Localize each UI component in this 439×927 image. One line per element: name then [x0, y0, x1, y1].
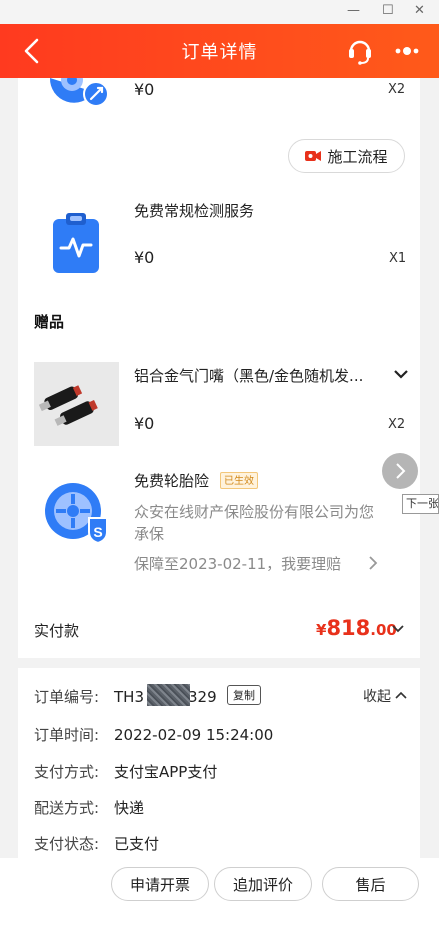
item-quantity: X1	[389, 251, 407, 266]
insurance-claim-link[interactable]: 保障至2023-02-11，我要理赔	[134, 553, 341, 574]
chevron-right-icon	[396, 463, 406, 479]
insurance-description-line: 承保	[134, 525, 165, 543]
gift-product-name: 铝合金气门嘴（黑色/金色随机发...	[134, 367, 364, 385]
insurance-description-line: 众安在线财产保险股份有限公司为您	[134, 503, 375, 521]
paid-amount-label: 实付款	[34, 622, 80, 640]
construction-flow-button[interactable]: 施工流程	[288, 139, 405, 173]
copy-button[interactable]: 复制	[227, 685, 261, 705]
order-time-row: 订单时间: 2022-02-09 15:24:00	[34, 724, 273, 745]
close-window-button[interactable]: ✕	[414, 3, 425, 18]
item-price: ¥0	[134, 80, 155, 99]
order-time-value: 2022-02-09 15:24:00	[114, 726, 274, 744]
payment-status-value: 已支付	[114, 835, 160, 853]
chevron-up-icon	[395, 691, 408, 699]
collapse-toggle[interactable]: 收起	[363, 686, 408, 706]
minimize-button[interactable]: —	[347, 3, 360, 18]
more-options-icon[interactable]	[394, 41, 420, 61]
status-badge: 已生效	[220, 472, 258, 489]
maximize-button[interactable]: ☐	[382, 3, 394, 18]
item-name: 免费常规检测服务	[134, 202, 255, 220]
request-invoice-button[interactable]: 申请开票	[111, 867, 209, 901]
order-time-label: 订单时间:	[34, 726, 100, 744]
insurance-name: 免费轮胎险	[134, 472, 210, 490]
collapse-label: 收起	[363, 689, 391, 705]
valve-cap-product-image	[34, 362, 119, 446]
order-number-prefix: TH3	[114, 688, 144, 706]
chevron-right-icon[interactable]	[367, 555, 379, 571]
gift-product-quantity: X2	[388, 417, 406, 432]
paid-amount: ¥818.00	[316, 616, 397, 640]
next-tooltip: 下一张	[402, 494, 439, 514]
payment-method-row: 支付方式: 支付宝APP支付	[34, 761, 217, 782]
amount-integer: 818	[326, 616, 371, 640]
insurance-description: 众安在线财产保险股份有限公司为您 承保	[134, 501, 399, 545]
chevron-down-icon[interactable]	[391, 624, 405, 634]
tire-insurance-icon: S	[45, 483, 108, 544]
payment-status-row: 支付状态: 已支付	[34, 833, 159, 854]
after-sales-button[interactable]: 售后	[322, 867, 419, 901]
customer-service-icon[interactable]	[346, 36, 374, 66]
redacted-mask	[147, 684, 190, 706]
order-number-label: 订单编号:	[34, 688, 100, 706]
construction-flow-label: 施工流程	[327, 147, 388, 166]
next-image-button[interactable]	[382, 453, 418, 489]
video-camera-icon	[305, 151, 322, 161]
app-header: 订单详情	[0, 24, 439, 78]
gift-section-title: 赠品	[34, 313, 65, 331]
payment-method-value: 支付宝APP支付	[114, 763, 218, 781]
chevron-down-icon[interactable]	[393, 368, 409, 380]
currency-symbol: ¥	[316, 621, 327, 639]
gift-product-price: ¥0	[134, 414, 155, 433]
order-number-suffix: 329	[188, 688, 217, 706]
item-quantity: X2	[388, 82, 406, 97]
svg-text:S: S	[93, 524, 102, 540]
delivery-method-row: 配送方式: 快递	[34, 797, 144, 818]
add-review-button[interactable]: 追加评价	[214, 867, 312, 901]
delivery-method-label: 配送方式:	[34, 799, 100, 817]
payment-status-label: 支付状态:	[34, 835, 100, 853]
item-price: ¥0	[134, 248, 155, 267]
delivery-method-value: 快递	[114, 799, 145, 817]
window-titlebar: — ☐ ✕	[0, 0, 439, 24]
tire-service-icon	[49, 78, 109, 107]
clipboard-inspection-icon	[53, 213, 99, 273]
payment-method-label: 支付方式:	[34, 763, 100, 781]
